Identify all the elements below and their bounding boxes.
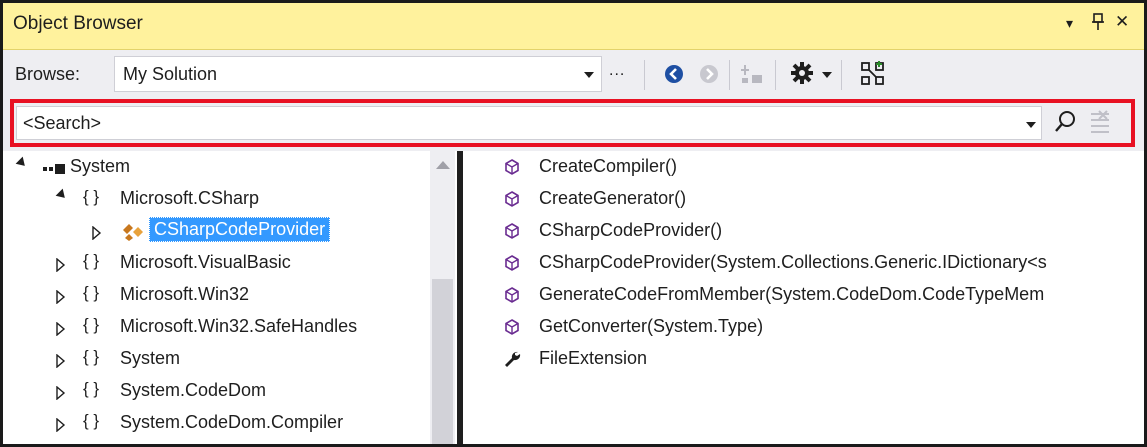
expanded-arrow-icon[interactable] [55,188,69,202]
expanded-arrow-icon[interactable] [15,156,29,170]
member-item[interactable]: GenerateCodeFromMember(System.CodeDom.Co… [463,279,1144,311]
tree-node-label: System [70,156,131,176]
tree-node-label: System.CodeDom.Compiler [120,412,344,432]
member-item[interactable]: GetConverter(System.Type) [463,311,1144,343]
collapsed-arrow-icon[interactable] [92,224,102,245]
method-icon [504,191,520,212]
tree-node-label: Microsoft.CSharp [120,188,260,208]
member-label: CSharpCodeProvider() [539,220,723,240]
tree-node-microsoft-win32[interactable]: { } Microsoft.Win32 [3,279,430,311]
member-item[interactable]: CSharpCodeProvider(System.Collections.Ge… [463,247,1144,279]
method-icon [504,255,520,276]
clear-search-icon[interactable] [1089,110,1111,139]
member-item[interactable]: CSharpCodeProvider() [463,215,1144,247]
tree-node-microsoft-csharp[interactable]: { } Microsoft.CSharp [3,183,430,215]
method-icon [504,159,520,180]
tree-node-label: System [120,348,181,368]
pin-icon[interactable] [1091,12,1105,37]
browse-ellipsis-button[interactable]: ... [609,62,625,80]
toolbar: Browse: My Solution ... [3,50,1144,100]
class-icon [121,222,145,247]
collapsed-arrow-icon[interactable] [56,256,66,277]
tree-node-label: Microsoft.VisualBasic [120,252,291,272]
tree-node-system[interactable]: { } System [3,343,430,375]
member-label: CSharpCodeProvider(System.Collections.Ge… [539,252,1047,272]
member-label: GenerateCodeFromMember(System.CodeDom.Co… [539,284,1045,304]
scrollbar-thumb[interactable] [432,279,453,444]
method-icon [504,287,520,308]
collapsed-arrow-icon[interactable] [56,384,66,405]
tree-node-label: Microsoft.Win32.SafeHandles [120,316,358,336]
search-highlight-box: <Search> [10,99,1135,147]
method-icon [504,319,520,340]
settings-gear-icon[interactable] [790,61,814,90]
member-label: CreateCompiler() [539,156,678,176]
member-label: FileExtension [539,348,648,368]
forward-icon[interactable] [699,64,719,89]
browse-value: My Solution [123,64,218,84]
namespace-icon: { } [83,251,100,270]
tree-node-csharpcodeprovider[interactable]: CSharpCodeProvider [3,215,430,247]
namespace-icon: { } [83,379,100,398]
namespace-icon: { } [83,315,100,334]
settings-dropdown-icon[interactable] [822,72,832,78]
tree-scrollbar[interactable] [430,151,455,444]
scroll-up-arrow-icon[interactable] [436,161,450,169]
member-item[interactable]: CreateCompiler() [463,151,1144,183]
tree-node-label-selected: CSharpCodeProvider [149,217,331,242]
back-icon[interactable] [664,64,684,89]
search-icon[interactable] [1054,110,1076,139]
window-menu-dropdown-icon[interactable]: ▾ [1066,15,1073,32]
close-icon[interactable]: ✕ [1115,12,1129,32]
namespace-icon: { } [83,283,100,302]
toolbar-separator [841,60,842,90]
tree-node-microsoft-visualbasic[interactable]: { } Microsoft.VisualBasic [3,247,430,279]
toolbar-separator [644,60,645,90]
tree-node-label: System.CodeDom [120,380,267,400]
view-hierarchy-icon[interactable] [860,61,886,92]
member-label: GetConverter(System.Type) [539,316,764,336]
assembly-icon [43,160,67,181]
tree-node-system-codedom-compiler[interactable]: { } System.CodeDom.Compiler [3,407,430,439]
add-reference-icon[interactable] [740,63,764,90]
collapsed-arrow-icon[interactable] [56,352,66,373]
collapsed-arrow-icon[interactable] [56,320,66,341]
tree-node-label: Microsoft.Win32 [120,284,250,304]
member-item[interactable]: FileExtension [463,343,1144,375]
title-bar: Object Browser ▾ ✕ [3,3,1144,50]
search-input[interactable]: <Search> [16,106,1042,140]
namespace-icon: { } [83,187,100,206]
object-browser-window: Object Browser ▾ ✕ Browse: My Solution .… [0,0,1147,447]
chevron-down-icon [584,72,594,78]
members-list: CreateCompiler() CreateGenerator() CShar… [463,151,1144,444]
namespace-icon: { } [83,347,100,366]
toolbar-separator [729,60,730,90]
member-item[interactable]: CreateGenerator() [463,183,1144,215]
method-icon [504,223,520,244]
object-tree: System { } Microsoft.CSharp CSharpCodePr… [3,151,457,444]
toolbar-separator [775,60,776,90]
namespace-icon: { } [83,411,100,430]
window-title: Object Browser [13,13,143,34]
browse-label: Browse: [15,64,81,84]
tree-node-system-codedom[interactable]: { } System.CodeDom [3,375,430,407]
search-placeholder: <Search> [23,113,102,133]
property-wrench-icon [503,350,521,373]
tree-node-system-root[interactable]: System [3,151,430,183]
collapsed-arrow-icon[interactable] [56,416,66,437]
member-label: CreateGenerator() [539,188,687,208]
tree-node-microsoft-win32-safehandles[interactable]: { } Microsoft.Win32.SafeHandles [3,311,430,343]
browse-select[interactable]: My Solution [114,56,602,92]
collapsed-arrow-icon[interactable] [56,288,66,309]
search-history-dropdown-icon[interactable] [1026,122,1036,128]
